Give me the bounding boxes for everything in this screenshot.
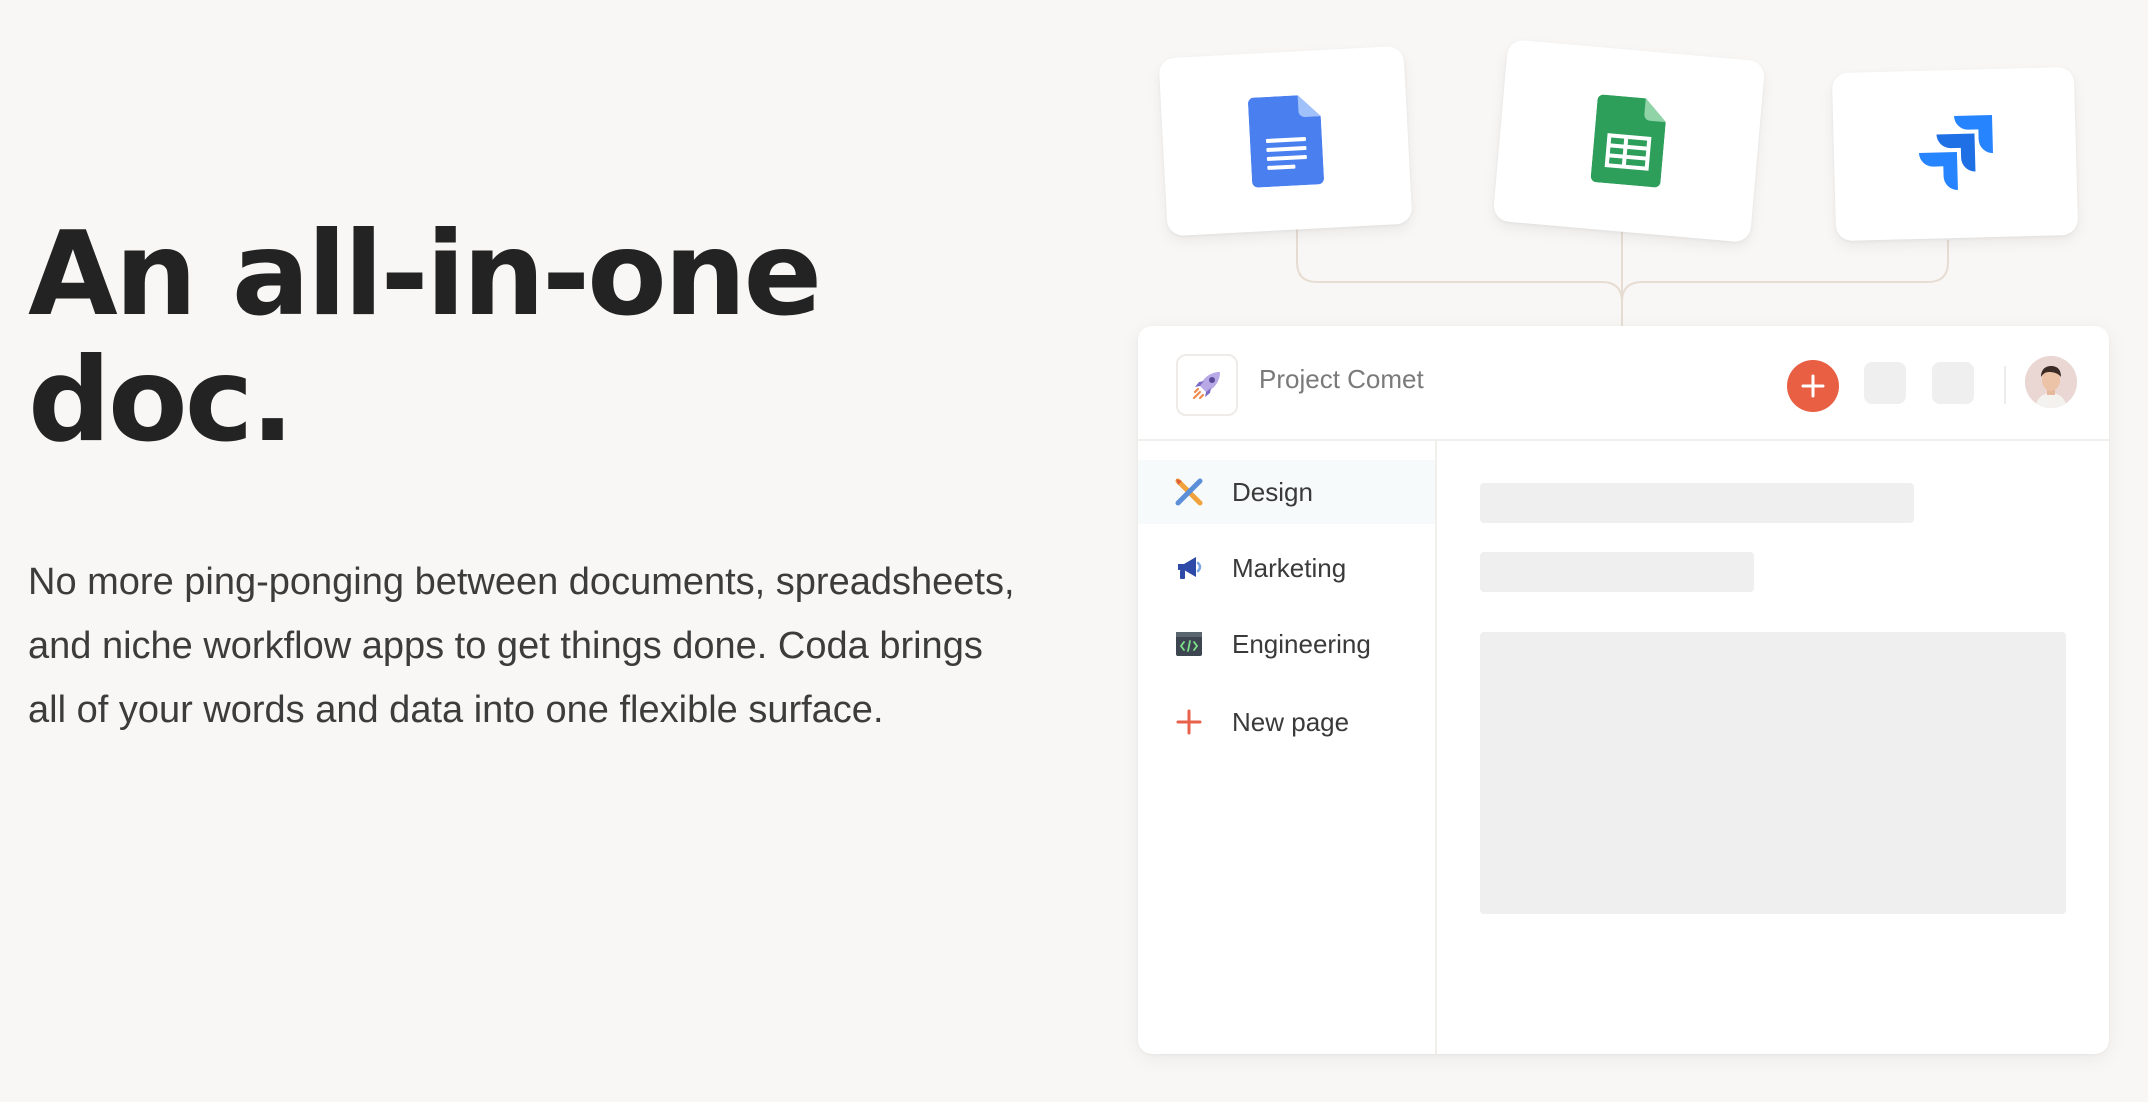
doc-icon-button[interactable]	[1176, 354, 1238, 416]
google-sheets-tile	[1492, 39, 1766, 243]
user-avatar-icon	[2025, 356, 2077, 408]
google-docs-icon	[1247, 95, 1324, 188]
toolbar-placeholder-button[interactable]	[1932, 362, 1974, 404]
skeleton-block	[1480, 632, 2066, 914]
doc-app-window: Project Comet Design Marketing Engineeri…	[1138, 326, 2109, 1054]
code-window-icon	[1172, 627, 1206, 661]
google-docs-tile	[1158, 45, 1413, 237]
sidebar-item-marketing[interactable]: Marketing	[1138, 536, 1435, 600]
sidebar-item-label: Design	[1232, 476, 1313, 507]
plus-icon	[1801, 374, 1825, 398]
sidebar-item-engineering[interactable]: Engineering	[1138, 612, 1435, 676]
jira-icon	[1918, 115, 1993, 190]
toolbar-placeholder-button[interactable]	[1864, 362, 1906, 404]
skeleton-subtitle	[1480, 552, 1754, 592]
rocket-icon	[1192, 372, 1220, 400]
skeleton-title	[1480, 483, 1914, 523]
sidebar-item-label: New page	[1232, 706, 1350, 737]
doc-sidebar: Design Marketing Engineering New page	[1138, 441, 1437, 1054]
doc-header: Project Comet	[1138, 326, 2109, 441]
add-button[interactable]	[1787, 360, 1839, 412]
doc-content	[1437, 441, 2109, 1054]
header-divider	[2004, 366, 2006, 404]
doc-title[interactable]: Project Comet	[1259, 364, 1424, 395]
jira-tile	[1831, 66, 2079, 242]
sidebar-item-label: Marketing	[1232, 552, 1347, 583]
design-tools-icon	[1172, 475, 1206, 509]
google-sheets-icon	[1590, 94, 1666, 188]
sidebar-item-new-page[interactable]: New page	[1138, 690, 1435, 754]
sidebar-item-label: Engineering	[1232, 628, 1371, 659]
plus-icon	[1172, 705, 1206, 739]
megaphone-icon	[1172, 551, 1206, 585]
avatar[interactable]	[2025, 356, 2077, 408]
sidebar-item-design[interactable]: Design	[1138, 460, 1435, 524]
